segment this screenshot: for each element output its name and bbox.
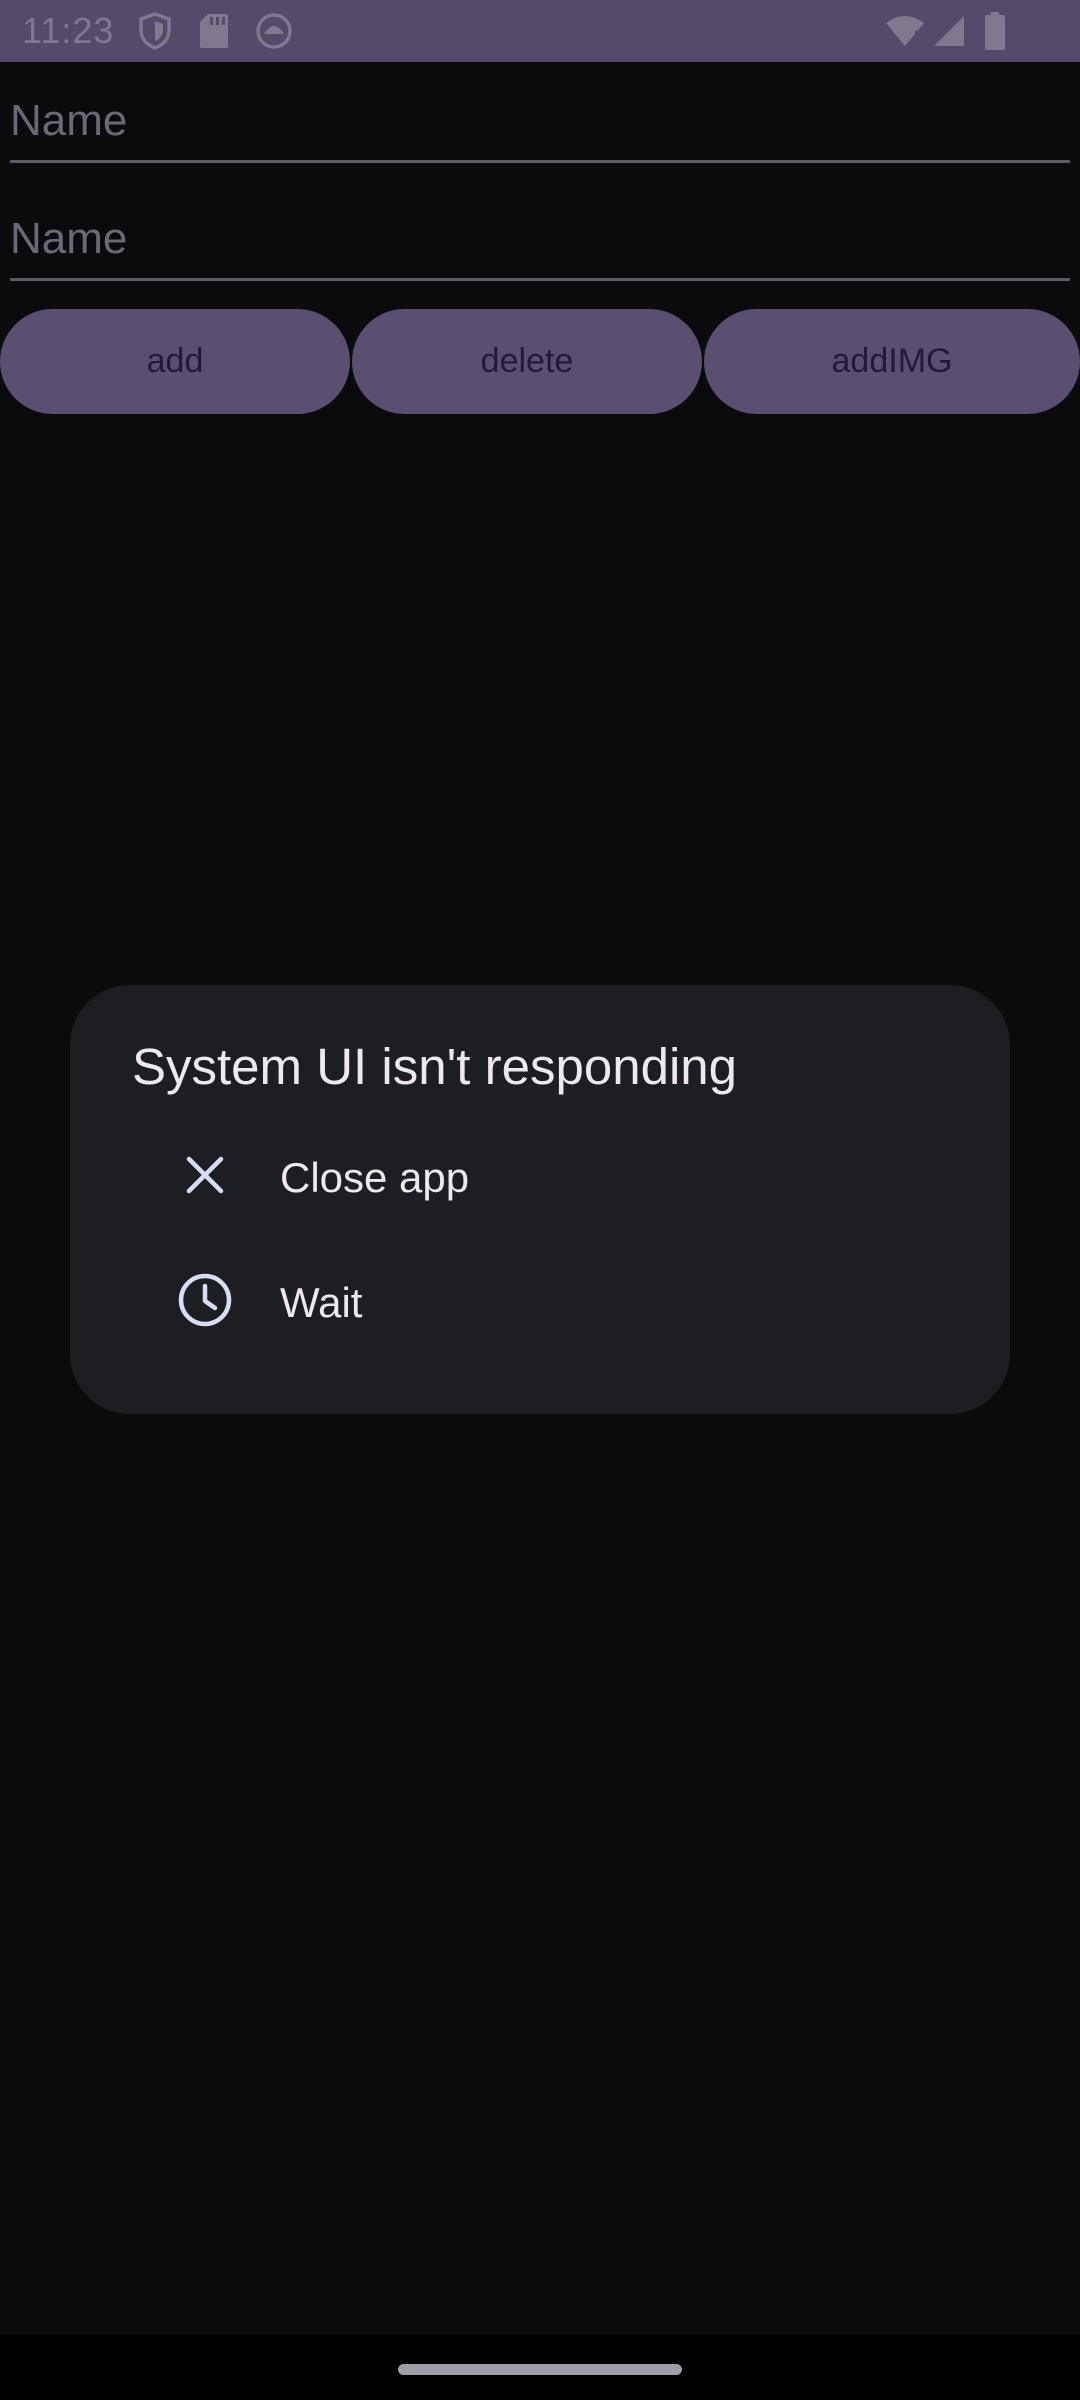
name-input-2[interactable] bbox=[10, 204, 1070, 274]
wait-option[interactable]: Wait bbox=[110, 1245, 970, 1355]
signal-icon bbox=[932, 14, 966, 53]
delete-button-label: delete bbox=[480, 342, 574, 380]
shield-icon bbox=[138, 12, 172, 55]
add-button-label: add bbox=[146, 342, 204, 380]
status-bar: 11:23 bbox=[0, 0, 1080, 62]
navigation-bar bbox=[0, 2335, 1080, 2400]
home-gesture-handle[interactable] bbox=[398, 2364, 682, 2375]
wifi-icon bbox=[885, 14, 925, 53]
close-app-label: Close app bbox=[280, 1154, 470, 1201]
delete-button[interactable]: delete bbox=[352, 309, 702, 414]
anr-dialog: System UI isn't responding Close app Wai… bbox=[70, 985, 1010, 1414]
android-icon bbox=[255, 12, 293, 55]
add-img-button[interactable]: addIMG bbox=[704, 309, 1080, 414]
close-icon bbox=[174, 1144, 236, 1206]
sd-card-icon bbox=[198, 12, 230, 55]
name-field-1[interactable] bbox=[10, 86, 1070, 163]
close-app-option[interactable]: Close app bbox=[110, 1120, 970, 1230]
dialog-title: System UI isn't responding bbox=[132, 1038, 738, 1095]
add-button[interactable]: add bbox=[0, 309, 350, 414]
name-field-2[interactable] bbox=[10, 204, 1070, 281]
name-input-1[interactable] bbox=[10, 86, 1070, 156]
clock-icon bbox=[174, 1269, 236, 1331]
wait-label: Wait bbox=[280, 1279, 363, 1326]
screen: 11:23 Name Name add delete addIMG System… bbox=[0, 0, 1080, 2400]
add-img-button-label: addIMG bbox=[831, 342, 953, 380]
status-time: 11:23 bbox=[22, 10, 115, 51]
battery-icon bbox=[984, 12, 1006, 55]
